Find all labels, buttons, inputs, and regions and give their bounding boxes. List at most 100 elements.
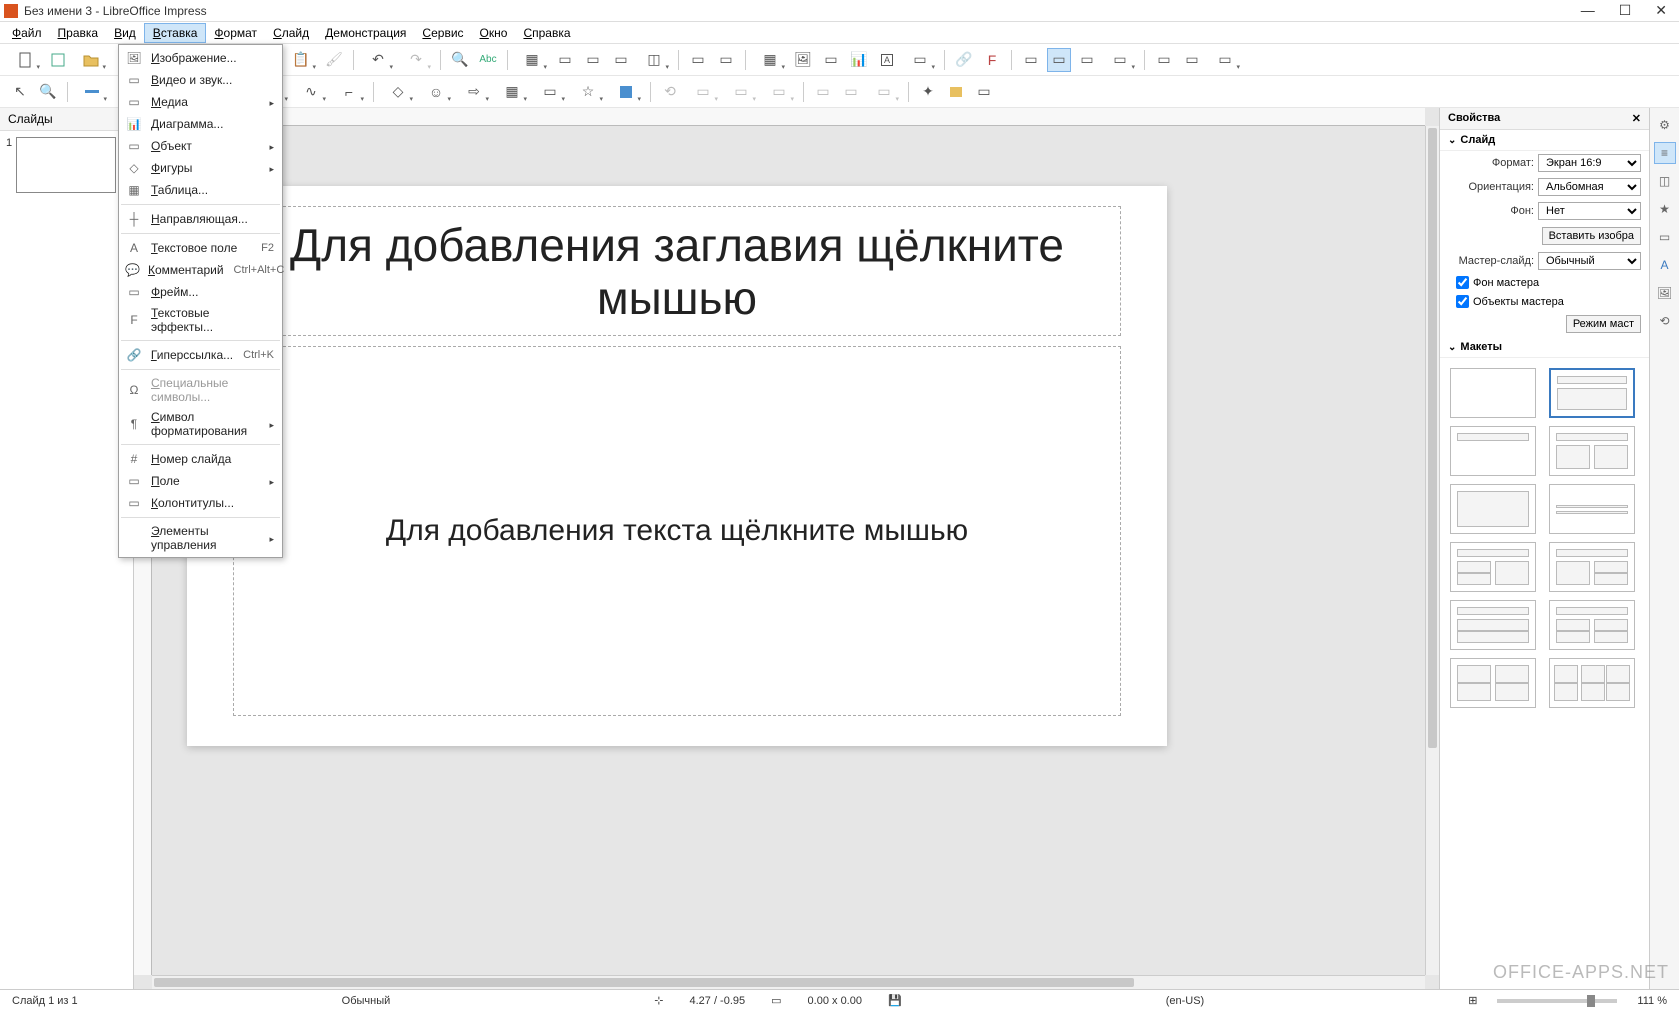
sidebar-settings-icon[interactable]: ⚙: [1654, 114, 1676, 136]
background-select[interactable]: Нет: [1538, 202, 1641, 220]
paste-button[interactable]: 📋: [284, 48, 318, 72]
sidebar-properties-tab[interactable]: ≡: [1654, 142, 1676, 164]
glue-tool[interactable]: [944, 80, 968, 104]
redo-button[interactable]: ↷: [399, 48, 433, 72]
menu-item-fontwork[interactable]: FТекстовые эффекты...: [119, 303, 282, 337]
window1-button[interactable]: ▭: [1152, 48, 1176, 72]
layouts-section-header[interactable]: Макеты: [1440, 337, 1649, 358]
menu-item-comment[interactable]: 💬КомментарийCtrl+Alt+C: [119, 259, 282, 281]
format-select[interactable]: Экран 16:9: [1538, 154, 1641, 172]
template-button[interactable]: [46, 48, 70, 72]
clone-format-button[interactable]: 🖌: [322, 48, 346, 72]
master-objects-checkbox[interactable]: [1456, 295, 1469, 308]
open-button[interactable]: [74, 48, 108, 72]
menu-правка[interactable]: Правка: [50, 24, 107, 42]
vertical-scrollbar[interactable]: [1425, 126, 1439, 975]
start-current-button[interactable]: ▭: [714, 48, 738, 72]
menu-item-image[interactable]: 🖼Изображение...: [119, 47, 282, 69]
close-button[interactable]: ✕: [1655, 2, 1667, 19]
slide-props-button[interactable]: ▭: [1103, 48, 1137, 72]
select-tool[interactable]: ↖: [8, 80, 32, 104]
table-button[interactable]: ▦: [753, 48, 787, 72]
slide-canvas[interactable]: Для добавления заглавия щёлкните мышью Д…: [187, 186, 1167, 746]
layout-six-a[interactable]: [1450, 658, 1536, 708]
orientation-select[interactable]: Альбомная: [1538, 178, 1641, 196]
chart-button[interactable]: 📊: [847, 48, 871, 72]
image-button[interactable]: 🖼: [791, 48, 815, 72]
menu-вид[interactable]: Вид: [106, 24, 144, 42]
flowchart-tool[interactable]: ▦: [495, 80, 529, 104]
layout-two-content[interactable]: [1549, 426, 1635, 476]
grid-button[interactable]: ▦: [515, 48, 549, 72]
menu-item-field[interactable]: ▭Поле: [119, 470, 282, 492]
menu-item-media[interactable]: ▭Медиа: [119, 91, 282, 113]
find-button[interactable]: 🔍: [448, 48, 472, 72]
star-tool[interactable]: ☆: [571, 80, 605, 104]
layout-2x2-right[interactable]: [1549, 542, 1635, 592]
layout-title-only[interactable]: [1450, 426, 1536, 476]
status-save-icon[interactable]: 💾: [882, 994, 908, 1007]
sidebar-gallery-tab[interactable]: 🖼: [1654, 282, 1676, 304]
layout-two-rows[interactable]: [1450, 600, 1536, 650]
menu-формат[interactable]: Формат: [206, 24, 265, 42]
line-color-button[interactable]: [75, 80, 109, 104]
menu-item-frame[interactable]: ▭Фрейм...: [119, 281, 282, 303]
new-button[interactable]: [8, 48, 42, 72]
slide-thumb[interactable]: 1: [0, 131, 133, 199]
menu-item-mark[interactable]: ¶Символ форматирования: [119, 407, 282, 441]
basic-shapes-tool[interactable]: ◇: [381, 80, 415, 104]
menu-справка[interactable]: Справка: [515, 24, 578, 42]
symbol-shapes-tool[interactable]: ☺: [419, 80, 453, 104]
window2-button[interactable]: ▭: [1180, 48, 1204, 72]
points-tool[interactable]: ✦: [916, 80, 940, 104]
slide-section-header[interactable]: Слайд: [1440, 130, 1649, 151]
sidebar-navigator-tab[interactable]: ⟲: [1654, 310, 1676, 332]
sidebar-styles-tab[interactable]: A: [1654, 254, 1676, 276]
menu-item-chart[interactable]: 📊Диаграмма...: [119, 113, 282, 135]
start-slideshow-button[interactable]: ▭: [686, 48, 710, 72]
views-button[interactable]: ◫: [637, 48, 671, 72]
curve-tool[interactable]: ∿: [294, 80, 328, 104]
layout-centered[interactable]: [1549, 484, 1635, 534]
connector-tool[interactable]: ⌐: [332, 80, 366, 104]
arrange-tool[interactable]: ▭: [724, 80, 758, 104]
menu-item-shape[interactable]: ◇Фигуры: [119, 157, 282, 179]
duplicate-slide-button[interactable]: ▭: [1047, 48, 1071, 72]
insert-slide-button[interactable]: ▭: [1019, 48, 1043, 72]
fontwork-button[interactable]: ▭: [903, 48, 937, 72]
minimize-button[interactable]: —: [1581, 2, 1595, 19]
menu-item-guide[interactable]: ┼Направляющая...: [119, 208, 282, 230]
spellcheck-button[interactable]: Abc: [476, 48, 500, 72]
insert-image-button[interactable]: Вставить изобра: [1542, 227, 1641, 245]
3d-tool[interactable]: [609, 80, 643, 104]
arrow-shapes-tool[interactable]: ⇨: [457, 80, 491, 104]
menu-item-link[interactable]: 🔗Гиперссылка...Ctrl+K: [119, 344, 282, 366]
menu-item-table[interactable]: ▦Таблица...: [119, 179, 282, 201]
menu-окно[interactable]: Окно: [472, 24, 516, 42]
menu-слайд[interactable]: Слайд: [265, 24, 317, 42]
undo-button[interactable]: ↶: [361, 48, 395, 72]
menu-вставка[interactable]: Вставка: [144, 23, 207, 43]
layout-six-b[interactable]: [1549, 658, 1635, 708]
menu-item-textbox[interactable]: AТекстовое полеF2: [119, 237, 282, 259]
layout-content[interactable]: [1450, 484, 1536, 534]
callout-tool[interactable]: ▭: [533, 80, 567, 104]
status-language[interactable]: (en-US): [1160, 995, 1211, 1007]
menu-демонстрация[interactable]: Демонстрация: [317, 24, 414, 42]
menu-item-media[interactable]: ▭Видео и звук...: [119, 69, 282, 91]
menu-item-item[interactable]: Элементы управления: [119, 521, 282, 555]
layout2-button[interactable]: ▭: [581, 48, 605, 72]
sidebar-master-tab[interactable]: ▭: [1654, 226, 1676, 248]
menu-сервис[interactable]: Сервис: [414, 24, 471, 42]
extrusion-tool[interactable]: ▭: [972, 80, 996, 104]
menu-item-object[interactable]: ▭Объект: [119, 135, 282, 157]
window3-button[interactable]: ▭: [1208, 48, 1242, 72]
title-placeholder[interactable]: Для добавления заглавия щёлкните мышью: [233, 206, 1121, 336]
media-button[interactable]: ▭: [819, 48, 843, 72]
content-placeholder[interactable]: Для добавления текста щёлкните мышью: [233, 346, 1121, 716]
menu-item-headerfooter[interactable]: ▭Колонтитулы...: [119, 492, 282, 514]
layout-four[interactable]: [1549, 600, 1635, 650]
layout3-button[interactable]: ▭: [609, 48, 633, 72]
align-tool[interactable]: ▭: [686, 80, 720, 104]
layout-title-content[interactable]: [1549, 368, 1635, 418]
